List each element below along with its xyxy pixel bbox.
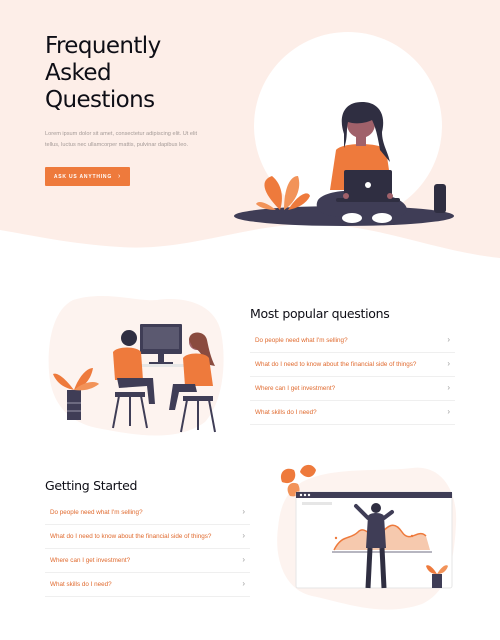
chevron-right-icon: › [242, 579, 245, 588]
title-line: Frequently [45, 33, 161, 59]
faq-item[interactable]: Do people need what I'm selling? › [45, 501, 250, 525]
ask-us-anything-button[interactable]: ASK US ANYTHING › [45, 167, 130, 186]
chevron-right-icon: › [447, 335, 450, 344]
title-line: Questions [45, 87, 155, 113]
chart-presentation-illustration [277, 464, 457, 610]
faq-question: What skills do I need? [255, 409, 317, 416]
chevron-right-icon: › [242, 507, 245, 516]
faq-item[interactable]: What do I need to know about the financi… [250, 353, 455, 377]
hero-description: Lorem ipsum dolor sit amet, consectetur … [45, 129, 245, 151]
chevron-right-icon: › [447, 359, 450, 368]
faq-list: Do people need what I'm selling? › What … [250, 329, 455, 425]
faq-question: What do I need to know about the financi… [50, 533, 212, 540]
faq-item[interactable]: What skills do I need? › [250, 401, 455, 425]
faq-question: What skills do I need? [50, 581, 112, 588]
faq-item[interactable]: Where can I get investment? › [45, 549, 250, 573]
faq-item[interactable]: Where can I get investment? › [250, 377, 455, 401]
title-line: Asked [45, 60, 112, 86]
faq-question: What do I need to know about the financi… [255, 361, 417, 368]
popular-questions-section: Most popular questions Do people need wh… [250, 306, 455, 425]
faq-question: Do people need what I'm selling? [50, 509, 143, 516]
description-line: Lorem ipsum dolor sit amet, consectetur … [45, 131, 198, 137]
faq-item[interactable]: What do I need to know about the financi… [45, 525, 250, 549]
cta-label: ASK US ANYTHING [53, 173, 113, 180]
team-at-computer-illustration [48, 295, 224, 436]
chevron-right-icon: › [447, 407, 450, 416]
faq-list: Do people need what I'm selling? › What … [45, 501, 250, 597]
description-line: tellus, luctus nec ullamcorper mattis, p… [45, 142, 189, 148]
popular-questions-heading: Most popular questions [250, 306, 390, 321]
faq-question: Do people need what I'm selling? [255, 337, 348, 344]
faq-question: Where can I get investment? [255, 385, 336, 392]
chevron-right-icon: › [447, 383, 450, 392]
chevron-right-icon: › [118, 173, 122, 180]
woman-laptop-illustration [234, 102, 454, 226]
page-title: Frequently Asked Questions [45, 33, 245, 114]
chevron-right-icon: › [242, 555, 245, 564]
faq-item[interactable]: What skills do I need? › [45, 573, 250, 597]
chevron-right-icon: › [242, 531, 245, 540]
faq-item[interactable]: Do people need what I'm selling? › [250, 329, 455, 353]
getting-started-heading: Getting Started [45, 478, 138, 493]
getting-started-section: Getting Started Do people need what I'm … [45, 478, 250, 597]
faq-question: Where can I get investment? [50, 557, 131, 564]
